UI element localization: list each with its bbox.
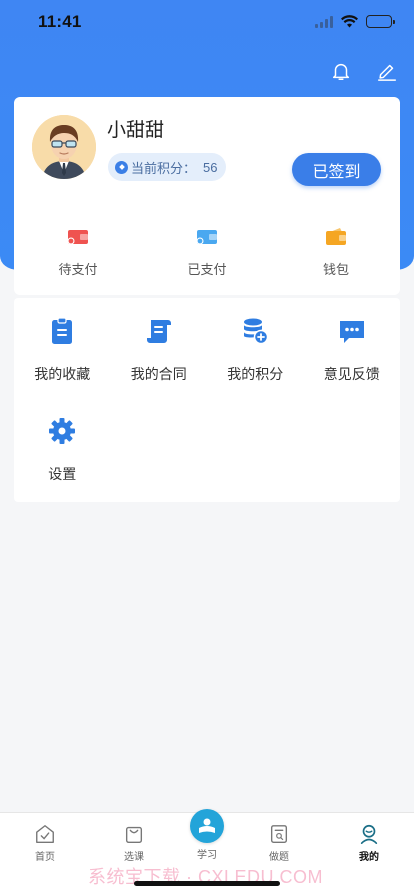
- contract-scroll-icon: [146, 320, 171, 343]
- payment-label: 待支付: [58, 262, 98, 277]
- study-button: [190, 809, 224, 843]
- tab-label: 学习: [197, 850, 217, 861]
- points-coin-icon: [115, 160, 128, 174]
- profile-card: 小甜甜 当前积分： 56 已签到 待支付 已支付 钱包: [14, 97, 400, 295]
- wallet-icon: [326, 228, 346, 245]
- payment-label: 钱包: [322, 262, 349, 277]
- battery-icon: [366, 15, 395, 28]
- menu-label: 意见反馈: [323, 366, 380, 382]
- points-badge[interactable]: 当前积分： 56: [108, 153, 227, 181]
- menu-grid: 我的收藏 我的合同 我的积分 意见反馈 设置: [14, 298, 400, 516]
- gear-icon: [49, 418, 76, 444]
- avatar[interactable]: [32, 115, 96, 179]
- avatar-illustration: [32, 115, 96, 179]
- tab-label: 我的: [359, 852, 379, 863]
- tab-home[interactable]: 首页: [15, 823, 75, 863]
- home-icon: [36, 825, 54, 843]
- user-name: 小甜甜: [107, 120, 165, 141]
- menu-label: 设置: [48, 466, 77, 482]
- wifi-icon: [341, 15, 358, 28]
- menu-item-contracts[interactable]: 我的合同: [111, 316, 208, 416]
- signin-button[interactable]: 已签到: [292, 153, 381, 186]
- menu-item-points[interactable]: 我的积分: [207, 316, 304, 416]
- exercise-icon: [270, 825, 288, 843]
- feedback-chat-icon: [339, 321, 364, 343]
- payment-item-pending[interactable]: 待支付: [28, 227, 128, 278]
- menu-item-settings[interactable]: 设置: [14, 416, 111, 516]
- menu-label: 我的积分: [227, 366, 284, 382]
- tab-profile[interactable]: 我的: [339, 823, 399, 863]
- menu-item-favorites[interactable]: 我的收藏: [14, 316, 111, 416]
- tab-label: 选课: [124, 852, 144, 863]
- menu-label: 我的合同: [130, 366, 187, 382]
- menu-card: 我的收藏 我的合同 我的积分 意见反馈 设置: [14, 298, 400, 502]
- points-database-icon: [244, 318, 269, 345]
- pending-payment-icon: [67, 230, 88, 245]
- home-indicator: [134, 881, 280, 886]
- tab-label: 做题: [269, 852, 289, 863]
- cellular-signal-icon: [315, 15, 333, 28]
- tab-study[interactable]: 学习: [177, 809, 237, 861]
- clipboard-icon: [52, 317, 73, 344]
- paid-icon: [196, 230, 217, 245]
- shopping-bag-icon: [125, 826, 143, 843]
- header-actions: [330, 60, 398, 82]
- tab-label: 首页: [35, 852, 55, 863]
- bell-icon[interactable]: [330, 60, 352, 82]
- tab-courses[interactable]: 选课: [104, 823, 164, 863]
- tab-exercise[interactable]: 做题: [249, 823, 309, 863]
- status-icons: [315, 15, 395, 28]
- payment-item-paid[interactable]: 已支付: [157, 227, 257, 278]
- points-value: 56: [203, 159, 218, 175]
- points-label: 当前积分：: [131, 160, 197, 176]
- edit-icon[interactable]: [376, 60, 398, 82]
- status-bar: 11:41: [0, 0, 414, 44]
- payment-row: 待支付 已支付 钱包: [14, 227, 400, 278]
- status-time: 11:41: [38, 12, 82, 31]
- menu-label: 我的收藏: [34, 366, 91, 382]
- payment-label: 已支付: [187, 262, 227, 277]
- study-icon: [199, 818, 215, 833]
- payment-item-wallet[interactable]: 钱包: [286, 227, 386, 278]
- menu-item-feedback[interactable]: 意见反馈: [304, 316, 401, 416]
- profile-icon: [360, 824, 378, 844]
